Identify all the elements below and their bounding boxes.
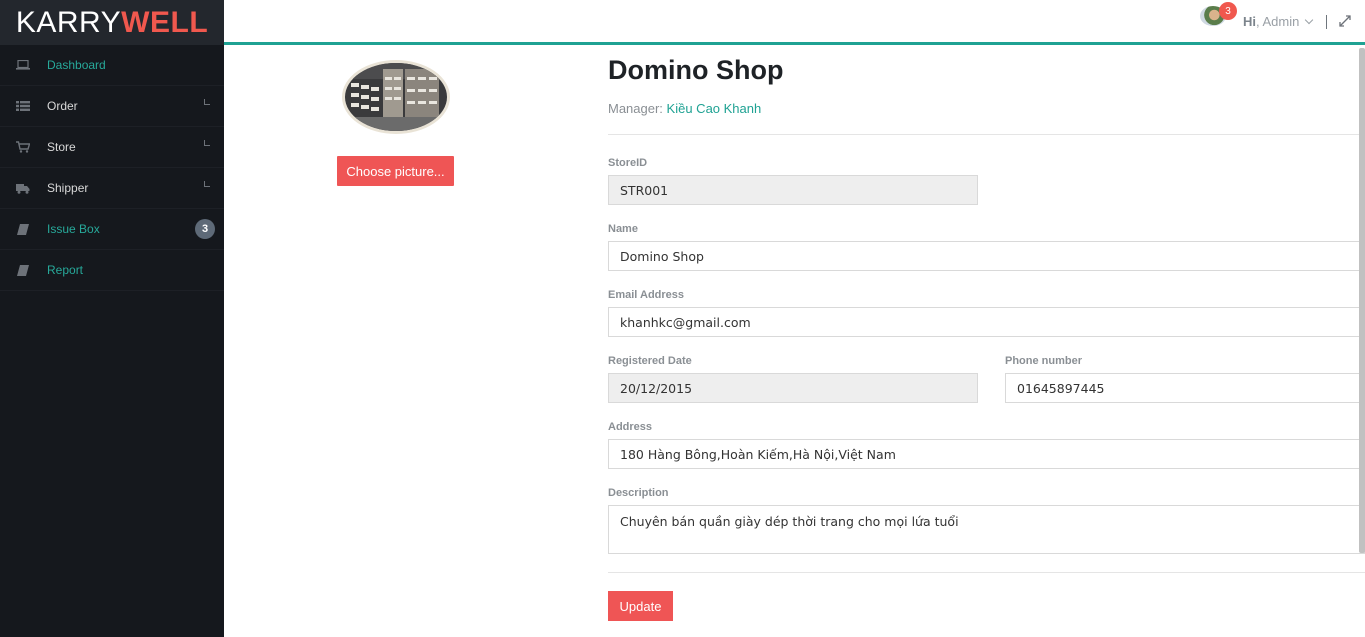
manager-label: Manager:	[608, 101, 667, 116]
registered-date-field: 20/12/2015	[608, 373, 978, 403]
sidebar-item-label: Store	[47, 140, 76, 154]
store-id-field: STR001	[608, 175, 978, 205]
description-label: Description	[608, 487, 669, 499]
sidebar-item-store[interactable]: Store	[0, 127, 224, 168]
notification-badge: 3	[1219, 2, 1237, 20]
description-field[interactable]: Chuyên bán quần giày dép thời trang cho …	[608, 505, 1365, 554]
choose-picture-button[interactable]: Choose picture...	[337, 156, 454, 186]
registered-date-label: Registered Date	[608, 355, 692, 367]
header-divider	[1326, 15, 1327, 29]
sidebar-item-shipper[interactable]: Shipper	[0, 168, 224, 209]
divider	[608, 572, 1365, 573]
page-scrollbar[interactable]	[1359, 48, 1365, 553]
store-photo	[342, 60, 450, 134]
page-title: Domino Shop	[608, 55, 784, 85]
phone-label: Phone number	[1005, 355, 1083, 367]
truck-icon	[16, 182, 30, 194]
chevron-down-icon[interactable]	[1304, 15, 1314, 25]
book-icon	[16, 264, 30, 276]
email-label: Email Address	[608, 289, 685, 301]
chevron-icon	[204, 181, 210, 187]
sidebar: KARRY WELL Dashboard Order Store Shipper…	[0, 0, 224, 637]
chevron-icon	[204, 140, 210, 146]
laptop-icon	[16, 59, 30, 71]
sidebar-item-report[interactable]: Report	[0, 250, 224, 291]
sidebar-item-label: Order	[47, 99, 78, 113]
store-id-label: StoreID	[608, 157, 648, 169]
list-icon	[16, 100, 30, 112]
top-header: 3 Hi, Admin	[224, 0, 1365, 45]
manager-name-link[interactable]: Kiều Cao Khanh	[667, 101, 762, 116]
brand-logo[interactable]: KARRY WELL	[0, 0, 224, 45]
address-label: Address	[608, 421, 653, 433]
sidebar-item-issue-box[interactable]: Issue Box 3	[0, 209, 224, 250]
brand-part2: WELL	[121, 5, 209, 39]
name-label: Name	[608, 223, 638, 235]
sidebar-item-label: Report	[47, 263, 84, 277]
sidebar-item-label: Shipper	[47, 181, 89, 195]
chevron-icon	[204, 99, 210, 105]
book-icon	[16, 223, 30, 235]
address-field[interactable]: 180 Hàng Bông,Hoàn Kiếm,Hà Nội,Việt Nam	[608, 439, 1365, 469]
sidebar-item-order[interactable]: Order	[0, 86, 224, 127]
issue-count-badge: 3	[195, 219, 215, 239]
user-greeting[interactable]: Hi, Admin	[1243, 14, 1299, 29]
email-field[interactable]: khanhkc@gmail.com	[608, 307, 1365, 337]
phone-field[interactable]: 01645897445	[1005, 373, 1365, 403]
manager-line: Manager: Kiều Cao Khanh	[608, 101, 761, 116]
greeting-name: , Admin	[1256, 14, 1300, 29]
brand-part1: KARRY	[15, 5, 122, 39]
greeting-hi: Hi	[1243, 14, 1256, 29]
sidebar-item-label: Issue Box	[47, 222, 100, 236]
sidebar-item-label: Dashboard	[47, 58, 106, 72]
cart-icon	[16, 141, 30, 153]
sidebar-item-dashboard[interactable]: Dashboard	[0, 45, 224, 86]
sidebar-menu: Dashboard Order Store Shipper Issue Box …	[0, 45, 224, 291]
update-button[interactable]: Update	[608, 591, 673, 621]
fullscreen-icon[interactable]	[1338, 14, 1352, 28]
name-field[interactable]: Domino Shop	[608, 241, 1365, 271]
divider	[608, 134, 1365, 135]
